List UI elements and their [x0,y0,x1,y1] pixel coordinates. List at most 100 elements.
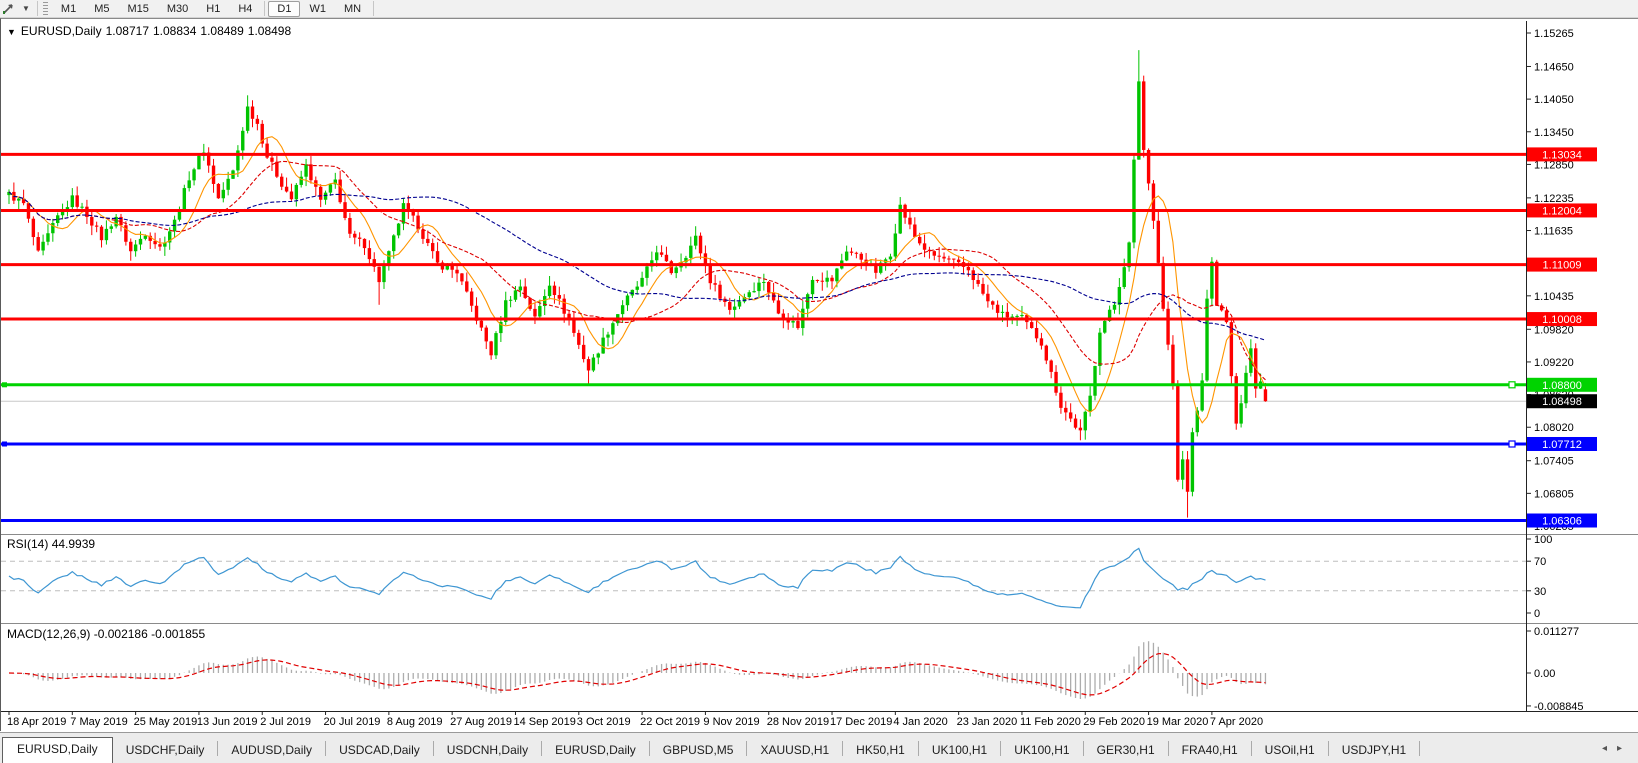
date-axis-label: 4 Jan 2020 [893,716,948,728]
chart-dropdown-caret-icon[interactable]: ▼ [7,27,16,37]
chart-tab-uk100-h1[interactable]: UK100,H1 [919,740,1000,763]
svg-text:1.06306: 1.06306 [1542,516,1582,528]
timeframe-button-h4[interactable]: H4 [229,1,261,17]
timeframe-button-w1[interactable]: W1 [300,1,335,17]
date-axis-label: 22 Oct 2019 [640,716,701,728]
chart-tab-usdcad-daily[interactable]: USDCAD,Daily [326,740,433,763]
chart-tab-eurusd-daily[interactable]: EURUSD,Daily [2,737,113,763]
date-axis-label: 29 Feb 2020 [1083,716,1146,728]
svg-text:0.011277: 0.011277 [1534,626,1579,638]
chart-tab-usdchf-daily[interactable]: USDCHF,Daily [113,740,218,763]
price-badge-1.10008: 1.10008 [1527,312,1597,327]
rsi-indicator-label: RSI(14) 44.9939 [7,537,96,551]
toolbar-separator [264,1,266,16]
chart-tab-fra40-h1[interactable]: FRA40,H1 [1169,740,1251,763]
macd-signal-value: -0.001855 [151,627,206,641]
date-axis-label: 23 Jan 2020 [956,716,1018,728]
date-axis-label: 20 Jul 2019 [323,716,381,728]
rsi-panel[interactable] [1,547,1526,609]
date-axis-label: 17 Dec 2019 [830,716,893,728]
tool-dropdown-caret-icon[interactable]: ▼ [18,4,34,13]
date-axis-label: 25 May 2019 [133,716,198,728]
ohlc-high: 1.08834 [153,24,197,38]
timeframe-button-m30[interactable]: M30 [158,1,197,17]
macd-panel[interactable] [8,641,1267,699]
date-axis-label: 11 Feb 2020 [1019,716,1081,728]
rsi-line [8,547,1266,609]
chart-symbol-period: EURUSD,Daily [20,24,102,38]
chart-tab-ger30-h1[interactable]: GER30,H1 [1084,740,1168,763]
svg-text:1.09820: 1.09820 [1534,324,1574,336]
date-axis-label: 7 May 2019 [70,716,128,728]
price-badge-1.13034: 1.13034 [1527,147,1597,162]
date-axis-label: 18 Apr 2019 [7,716,67,728]
timeframe-button-m1[interactable]: M1 [52,1,85,17]
svg-text:0.00: 0.00 [1534,668,1555,680]
price-badge-1.11009: 1.11009 [1527,257,1597,272]
chart-title: ▼ EURUSD,Daily 1.08717 1.08834 1.08489 1.0849… [7,24,295,38]
svg-text:1.12004: 1.12004 [1542,205,1582,217]
tab-scroll-arrows[interactable]: ◂▸ [1602,743,1632,754]
price-badge-1.07712: 1.07712 [1527,436,1597,451]
svg-text:1.13034: 1.13034 [1542,149,1582,161]
chart-window: 1.15265 1.14650 1.14050 1.13450 1.12850 1.122… [0,18,1638,731]
date-axis-label: 27 Aug 2019 [450,716,512,728]
timeframe-button-m5[interactable]: M5 [85,1,118,17]
macd-signal-line [8,652,1266,696]
date-axis-label: 28 Nov 2019 [766,716,830,728]
timeframe-toolbar: ▼ M1 M5 M15 M30 H1 H4 D1 W1 MN [0,0,1638,18]
date-axis-label: 14 Sep 2019 [513,716,576,728]
tab-separator [1419,741,1421,756]
chart-tab-uk100-h1[interactable]: UK100,H1 [1001,740,1082,763]
date-axis-label: 7 Apr 2020 [1209,716,1264,728]
macd-main-value: -0.002186 [93,627,148,641]
toolbar-separator [36,1,38,16]
svg-text:1.10008: 1.10008 [1542,314,1582,326]
chart-cursor-tool-icon[interactable] [0,1,18,16]
svg-text:70: 70 [1534,556,1546,568]
svg-text:1.07405: 1.07405 [1534,456,1574,468]
price-badge-1.08800: 1.08800 [1527,377,1597,392]
chart-tab-bar: EURUSD,Daily USDCHF,Daily AUDUSD,Daily USDC… [0,732,1638,763]
ohlc-low: 1.08489 [200,24,244,38]
mt4-application-window: ▼ M1 M5 M15 M30 H1 H4 D1 W1 MN 1.15265 1.14650 1.1… [0,0,1638,763]
chart-tab-usdcnh-daily[interactable]: USDCNH,Daily [434,740,541,763]
tab-scroll-left-icon[interactable]: ◂ [1602,743,1617,754]
svg-text:1.07712: 1.07712 [1542,439,1582,451]
chart-tab-eurusd-daily[interactable]: EURUSD,Daily [542,740,649,763]
svg-text:1.13450: 1.13450 [1534,127,1574,139]
svg-text:1.06805: 1.06805 [1534,488,1574,500]
chart-tab-audusd-daily[interactable]: AUDUSD,Daily [218,740,325,763]
svg-text:1.10435: 1.10435 [1534,291,1574,303]
svg-text:0: 0 [1534,608,1540,620]
chart-tab-usdjpy-h1[interactable]: USDJPY,H1 [1329,740,1419,763]
moving-average-8 [8,136,1266,424]
svg-text:1.11635: 1.11635 [1534,226,1573,238]
rsi-current-value: 44.9939 [51,537,96,551]
chart-tab-gbpusd-m5[interactable]: GBPUSD,M5 [650,740,747,763]
date-axis-label: 13 Jun 2019 [196,716,258,728]
chart-tab-hk50-h1[interactable]: HK50,H1 [843,740,918,763]
svg-text:1.08800: 1.08800 [1542,380,1582,392]
price-badge-1.12004: 1.12004 [1527,203,1597,218]
timeframe-button-h1[interactable]: H1 [197,1,229,17]
timeframe-button-mn[interactable]: MN [335,1,370,17]
chart-canvas[interactable]: 1.152651.146501.140501.134501.128501.122… [1,19,1638,733]
svg-text:1.08020: 1.08020 [1534,422,1574,434]
price-axis: 1.152651.146501.140501.134501.128501.122… [1526,28,1597,713]
chart-tab-usoil-h1[interactable]: USOil,H1 [1252,740,1328,763]
svg-text:100: 100 [1534,534,1552,546]
svg-text:1.15265: 1.15265 [1534,28,1574,40]
timeframe-button-m15[interactable]: M15 [118,1,157,17]
ohlc-close: 1.08498 [247,24,292,38]
timeframe-button-d1[interactable]: D1 [268,0,301,17]
svg-text:1.09220: 1.09220 [1534,357,1574,369]
main-price-panel[interactable] [1,50,1526,523]
tab-scroll-right-icon[interactable]: ▸ [1617,743,1632,754]
svg-text:1.08498: 1.08498 [1542,396,1582,408]
price-badge-1.06306: 1.06306 [1527,513,1597,528]
toolbar-separator [373,1,375,16]
toolbar-drag-grip[interactable] [42,2,48,15]
date-axis-label: 8 Aug 2019 [386,716,443,728]
chart-tab-xauusd-h1[interactable]: XAUUSD,H1 [747,740,842,763]
